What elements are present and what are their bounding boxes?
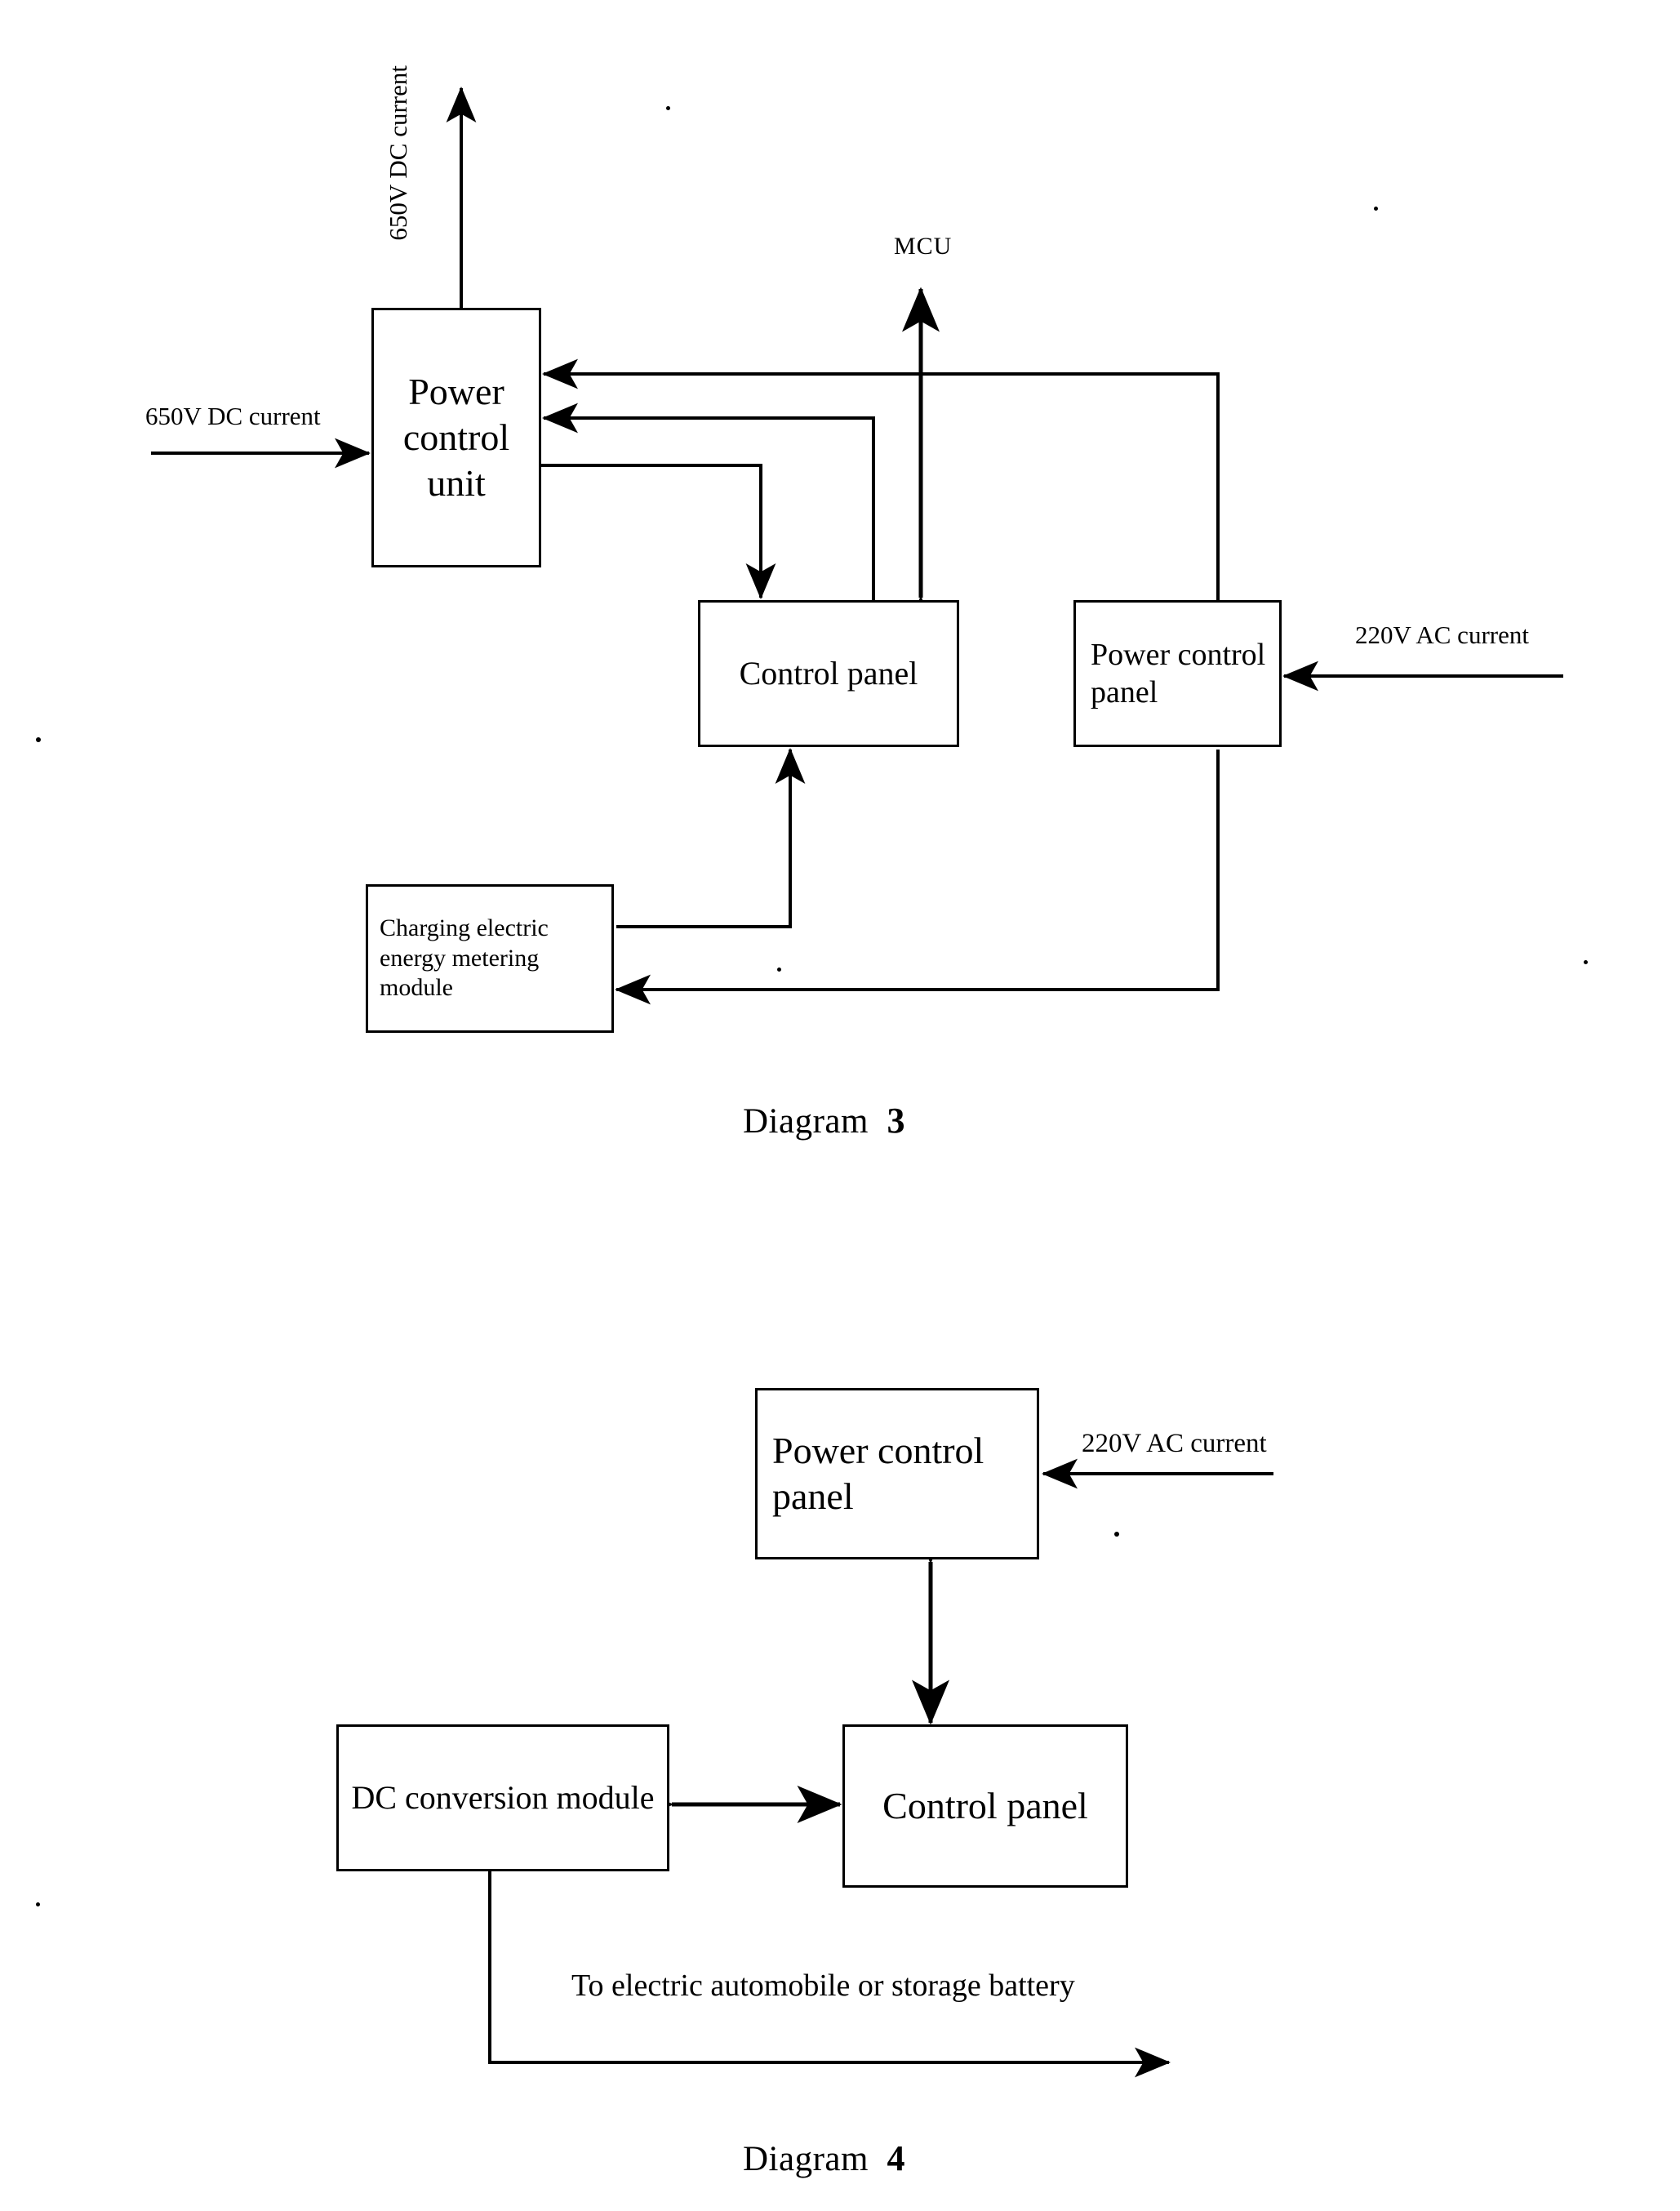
- node-power-control-panel-d4-label: Power control panel: [772, 1429, 984, 1517]
- node-power-control-unit-label: Power control unit: [402, 370, 510, 505]
- diagram-page: Power control unit Control panel Power c…: [0, 0, 1680, 2211]
- caption-diagram-3-number: 3: [887, 1101, 905, 1141]
- scan-speck: [36, 1902, 40, 1906]
- caption-diagram-3-text: Diagram: [743, 1102, 869, 1141]
- caption-diagram-3: Diagram 3: [743, 1100, 905, 1141]
- node-power-control-unit[interactable]: Power control unit: [371, 308, 541, 567]
- label-dc-output-vertical-d3: 650V DC current: [384, 65, 412, 241]
- node-dc-conversion-module-label: DC conversion module: [351, 1778, 655, 1816]
- node-power-control-panel-d4[interactable]: Power control panel: [755, 1388, 1039, 1559]
- label-dc-input-d3: 650V DC current: [145, 402, 321, 430]
- node-power-control-panel-d3[interactable]: Power control panel: [1073, 600, 1282, 747]
- scan-speck: [1374, 207, 1378, 211]
- label-ac-input-d3: 220V AC current: [1355, 621, 1529, 649]
- node-control-panel-d3[interactable]: Control panel: [698, 600, 959, 747]
- scan-speck: [36, 737, 41, 742]
- node-control-panel-d4[interactable]: Control panel: [842, 1724, 1128, 1888]
- label-mcu-d3: MCU: [894, 233, 953, 260]
- node-control-panel-d3-label: Control panel: [739, 654, 918, 692]
- node-control-panel-d4-label: Control panel: [882, 1784, 1088, 1826]
- scan-speck: [1114, 1532, 1119, 1537]
- label-ac-input-d4: 220V AC current: [1082, 1429, 1267, 1458]
- node-dc-conversion-module[interactable]: DC conversion module: [336, 1724, 669, 1871]
- label-output-destination-d4: To electric automobile or storage batter…: [571, 1969, 1075, 2003]
- caption-diagram-4-number: 4: [887, 2138, 905, 2178]
- caption-diagram-4-text: Diagram: [743, 2140, 869, 2178]
- node-power-control-panel-d3-label: Power control panel: [1091, 637, 1266, 710]
- scan-speck: [666, 106, 670, 110]
- node-charging-metering-module[interactable]: Charging electric energy metering module: [366, 884, 614, 1033]
- scan-speck: [1584, 960, 1588, 964]
- caption-diagram-4: Diagram 4: [743, 2138, 905, 2179]
- scan-speck: [777, 968, 781, 972]
- node-charging-metering-module-label: Charging electric energy metering module: [380, 914, 549, 1002]
